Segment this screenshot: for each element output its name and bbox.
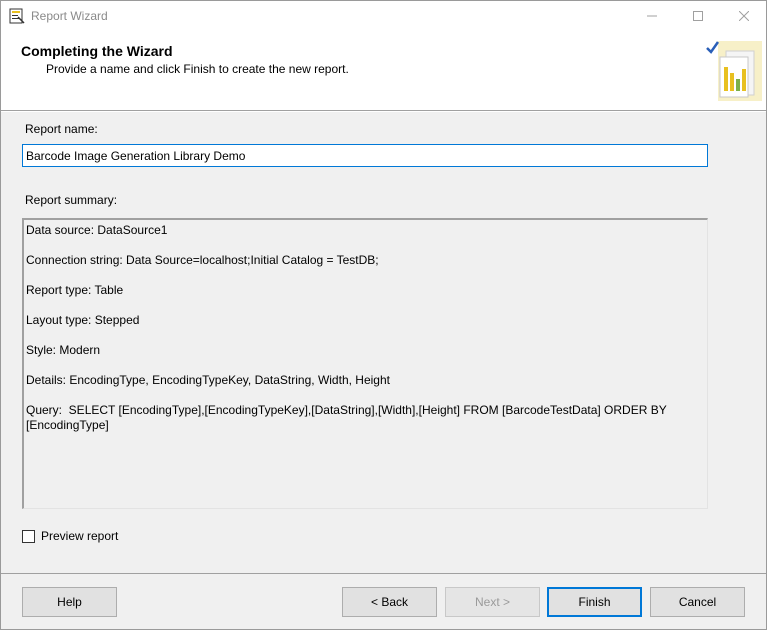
preview-report-option[interactable]: Preview report: [22, 529, 118, 543]
summary-connection-string: Connection string: Data Source=localhost…: [26, 253, 379, 267]
wizard-header: Completing the Wizard Provide a name and…: [1, 31, 766, 111]
wizard-content: Report name: Report summary: Data source…: [1, 112, 766, 573]
maximize-button[interactable]: [675, 1, 721, 31]
report-name-input[interactable]: [22, 144, 708, 167]
summary-query: Query: SELECT [EncodingType],[EncodingTy…: [26, 403, 670, 432]
back-button[interactable]: < Back: [342, 587, 437, 617]
summary-layout-type: Layout type: Stepped: [26, 313, 140, 327]
title-bar: Report Wizard: [1, 1, 766, 31]
help-button[interactable]: Help: [22, 587, 117, 617]
page-title: Completing the Wizard: [21, 43, 173, 59]
wizard-footer: Help < Back Next > Finish Cancel: [1, 573, 766, 629]
page-subtitle: Provide a name and click Finish to creat…: [46, 62, 349, 76]
next-button: Next >: [445, 587, 540, 617]
report-summary-label: Report summary:: [25, 193, 118, 207]
preview-report-label[interactable]: Preview report: [41, 529, 118, 543]
report-summary-box[interactable]: Data source: DataSource1 Connection stri…: [22, 218, 708, 509]
report-pages-check-icon: [706, 41, 762, 101]
close-icon: [739, 11, 749, 21]
finish-button[interactable]: Finish: [547, 587, 642, 617]
report-name-label: Report name:: [25, 122, 98, 136]
minimize-icon: [647, 15, 657, 17]
report-wizard-icon: [9, 8, 25, 24]
report-wizard-window: Report Wizard Completing the Wizard Prov…: [0, 0, 767, 630]
preview-report-checkbox[interactable]: [22, 529, 35, 543]
maximize-icon: [693, 11, 703, 21]
minimize-button[interactable]: [629, 1, 675, 31]
summary-details: Details: EncodingType, EncodingTypeKey, …: [26, 373, 390, 387]
summary-data-source: Data source: DataSource1: [26, 223, 168, 237]
window-title: Report Wizard: [31, 9, 108, 23]
summary-style: Style: Modern: [26, 343, 101, 357]
cancel-button[interactable]: Cancel: [650, 587, 745, 617]
close-button[interactable]: [721, 1, 766, 31]
summary-report-type: Report type: Table: [26, 283, 124, 297]
